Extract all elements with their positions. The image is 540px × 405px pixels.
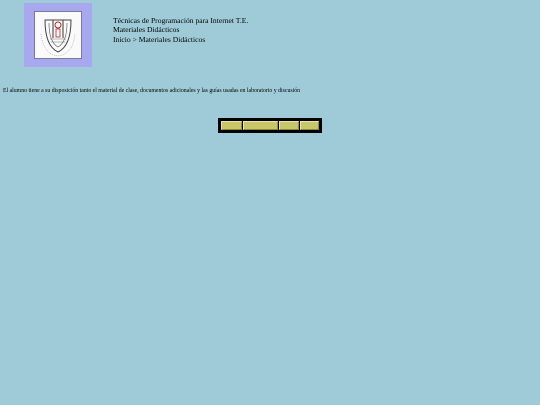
tab-1[interactable]	[221, 121, 242, 130]
logo	[24, 3, 92, 67]
tab-3[interactable]	[279, 121, 299, 130]
breadcrumb: Inicio > Materiales Didácticos	[113, 34, 206, 44]
intro-text: El alumno tiene a su disposición tanto e…	[3, 88, 301, 94]
university-seal-icon	[34, 11, 82, 59]
materials-tab-bar	[218, 118, 322, 133]
tab-4[interactable]	[300, 121, 319, 130]
page-header: Técnicas de Programación para Internet T…	[113, 16, 248, 44]
tab-2[interactable]	[243, 121, 278, 130]
course-title: Técnicas de Programación para Internet T…	[113, 16, 249, 25]
section-title: Materiales Didácticos	[113, 25, 180, 35]
